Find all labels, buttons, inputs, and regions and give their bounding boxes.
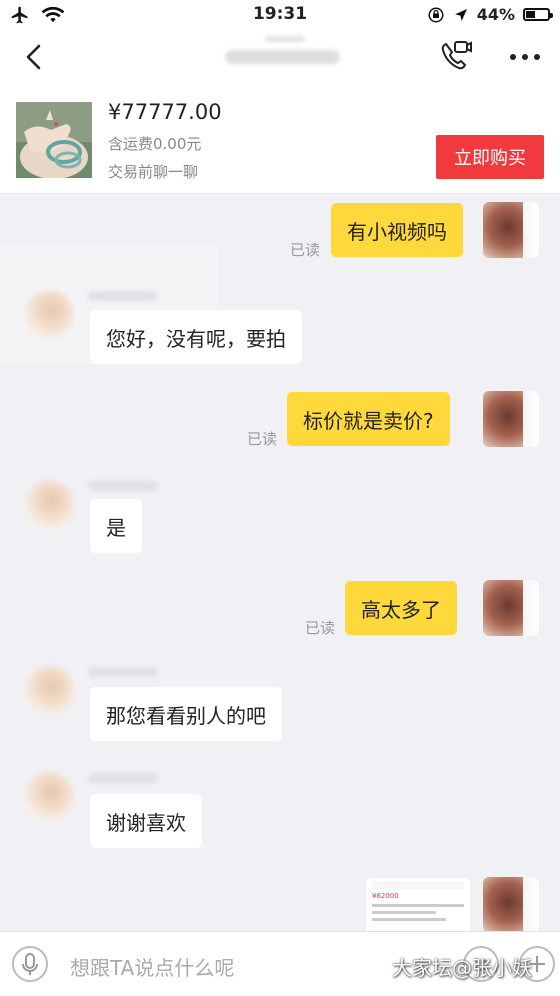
avatar-peer[interactable] bbox=[24, 772, 74, 822]
voice-button[interactable] bbox=[12, 946, 48, 982]
image-message-line bbox=[372, 918, 446, 921]
shipping-info: 含运费0.00元 bbox=[108, 135, 202, 153]
message-bubble-out[interactable]: 高太多了 bbox=[345, 581, 457, 635]
nav-title-blurred-top bbox=[265, 36, 305, 42]
nav-title-blurred bbox=[225, 50, 340, 64]
peer-name-blurred bbox=[88, 773, 158, 783]
avatar-self[interactable] bbox=[483, 202, 539, 258]
product-price: ¥77777.00 bbox=[108, 100, 222, 124]
avatar-peer[interactable] bbox=[24, 666, 74, 716]
image-message-price: ¥62000 bbox=[372, 892, 399, 900]
battery-level bbox=[526, 11, 536, 18]
message-input[interactable]: 想跟TA说点什么呢 bbox=[70, 952, 234, 981]
image-message-line bbox=[372, 904, 464, 907]
image-message-header bbox=[372, 881, 464, 889]
avatar-self[interactable] bbox=[483, 580, 539, 636]
read-receipt: 已读 bbox=[305, 619, 336, 637]
avatar-peer[interactable] bbox=[24, 480, 74, 530]
back-icon[interactable] bbox=[20, 42, 50, 72]
rotation-lock-icon bbox=[428, 7, 444, 22]
chat-before-trade: 交易前聊一聊 bbox=[108, 163, 199, 181]
avatar-self[interactable] bbox=[483, 877, 539, 931]
status-right: 44% bbox=[427, 5, 553, 24]
image-message[interactable]: ¥62000 bbox=[365, 877, 471, 931]
product-bar: ¥77777.00 含运费0.00元 交易前聊一聊 立即购买 bbox=[0, 86, 560, 194]
battery-percent: 44% bbox=[476, 5, 515, 24]
message-bubble-out[interactable]: 有小视频吗 bbox=[331, 203, 463, 257]
image-message-line bbox=[372, 911, 437, 914]
microphone-icon bbox=[22, 953, 38, 975]
peer-name-blurred bbox=[88, 667, 158, 677]
avatar-self[interactable] bbox=[483, 391, 539, 447]
more-icon[interactable] bbox=[505, 42, 545, 72]
read-receipt: 已读 bbox=[290, 241, 321, 259]
phone-video-icon[interactable] bbox=[437, 38, 473, 74]
battery-icon bbox=[523, 8, 553, 21]
location-icon bbox=[454, 8, 467, 21]
avatar-peer[interactable] bbox=[24, 290, 74, 340]
message-bubble-in[interactable]: 那您看看别人的吧 bbox=[90, 687, 282, 741]
watermark: 大家坛@张小妖 bbox=[392, 956, 532, 980]
message-bubble-in[interactable]: 您好，没有呢，要拍 bbox=[90, 310, 302, 364]
buy-now-button[interactable]: 立即购买 bbox=[436, 135, 544, 179]
read-receipt: 已读 bbox=[247, 430, 278, 448]
peer-name-blurred bbox=[88, 291, 158, 301]
message-bubble-in[interactable]: 是 bbox=[90, 499, 142, 553]
status-bar: 19:31 44% bbox=[0, 0, 560, 30]
message-bubble-in[interactable]: 谢谢喜欢 bbox=[90, 794, 202, 848]
nav-bar bbox=[0, 30, 560, 86]
peer-name-blurred bbox=[88, 481, 158, 491]
message-bubble-out[interactable]: 标价就是卖价? bbox=[287, 392, 450, 446]
product-thumbnail[interactable] bbox=[16, 102, 92, 178]
chat-area[interactable]: 已读 有小视频吗 您好，没有呢，要拍 已读 标价就是卖价? 是 已读 高太多了 … bbox=[0, 194, 560, 931]
